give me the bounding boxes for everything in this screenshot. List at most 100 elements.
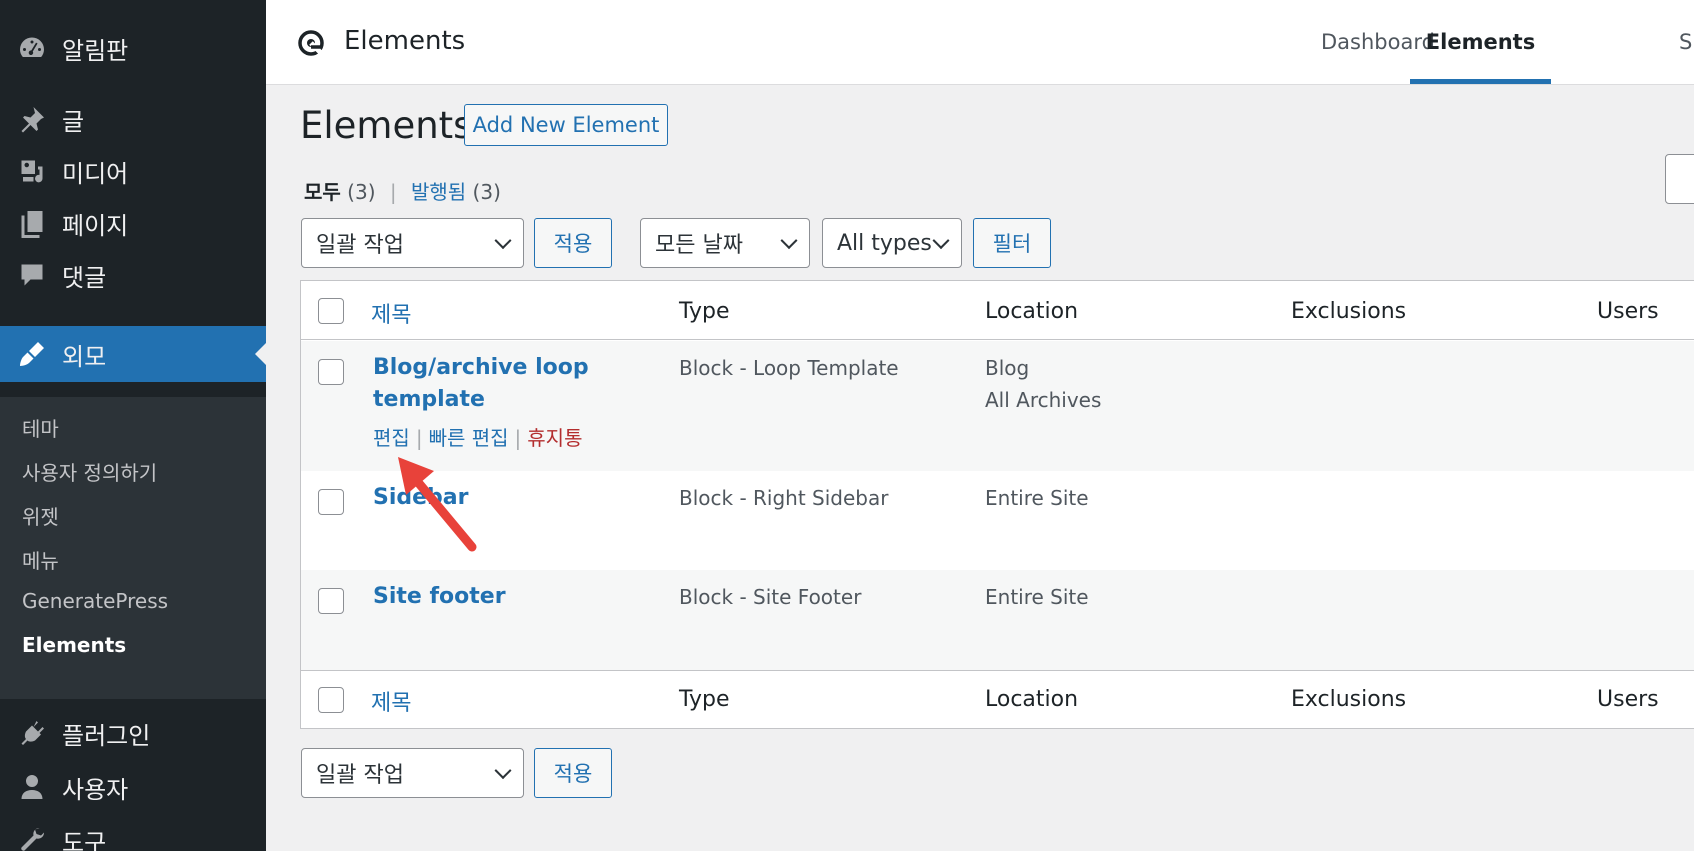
select-all-checkbox[interactable]: [318, 298, 344, 324]
table-footer: 제목 Type Location Exclusions Users: [301, 670, 1694, 728]
row-type: Block - Site Footer: [679, 585, 862, 609]
column-exclusions: Exclusions: [1291, 299, 1407, 324]
pin-icon: [16, 104, 48, 134]
bulk-action-select[interactable]: 일괄 작업: [301, 218, 524, 268]
submenu-item-customize[interactable]: 사용자 정의하기: [22, 457, 157, 486]
bulk-action-value: 일괄 작업: [316, 763, 404, 788]
row-checkbox[interactable]: [318, 588, 344, 614]
generatepress-logo-icon: [298, 30, 325, 57]
apply-button[interactable]: 적용: [534, 218, 612, 268]
column-title[interactable]: 제목: [371, 297, 411, 329]
comment-icon: [16, 260, 48, 290]
row-actions: 편집 | 빠른 편집 | 휴지통: [373, 422, 582, 451]
table-row: Sidebar Block - Right Sidebar Entire Sit…: [301, 471, 1694, 570]
sidebar-item-label: 댓글: [62, 263, 107, 292]
row-title-line: Blog/archive loop: [373, 355, 589, 380]
sidebar-item-plugins[interactable]: 플러그인: [0, 713, 266, 753]
row-title-line: template: [373, 387, 485, 412]
type-filter-value: All types: [837, 230, 932, 256]
type-filter-select[interactable]: All types: [822, 218, 962, 268]
media-icon: [16, 156, 48, 186]
row-type: Block - Right Sidebar: [679, 486, 889, 510]
date-filter-select[interactable]: 모든 날짜: [640, 218, 810, 268]
sidebar-item-label: 도구: [62, 828, 107, 851]
sidebar-item-appearance[interactable]: 외모: [0, 326, 266, 382]
sidebar-item-label: 페이지: [62, 211, 129, 240]
filter-separator: |: [389, 180, 397, 204]
row-title-link[interactable]: Site footer: [373, 581, 506, 613]
row-checkbox[interactable]: [318, 359, 344, 385]
edit-link[interactable]: 편집: [373, 426, 410, 450]
submenu-item-elements[interactable]: Elements: [22, 633, 126, 657]
plugin-icon: [16, 718, 48, 748]
bulk-action-value: 일괄 작업: [316, 233, 404, 258]
appearance-submenu: 테마 사용자 정의하기 위젯 메뉴 GeneratePress Elements: [0, 397, 266, 699]
column-location: Location: [985, 687, 1079, 712]
column-location: Location: [985, 299, 1079, 324]
filter-button[interactable]: 필터: [973, 218, 1051, 268]
column-title[interactable]: 제목: [371, 685, 411, 717]
location-line: Blog: [985, 356, 1030, 380]
sidebar-item-posts[interactable]: 글: [0, 99, 266, 139]
row-location: Entire Site: [985, 486, 1089, 510]
separator: |: [514, 426, 522, 450]
location-line: All Archives: [985, 388, 1102, 412]
column-type: Type: [679, 687, 730, 712]
chevron-down-icon: [780, 232, 798, 250]
page-title: Elements: [300, 104, 473, 147]
sidebar-item-label: 플러그인: [62, 721, 151, 750]
sidebar-item-tools[interactable]: 도구: [0, 820, 266, 851]
sidebar-item-users[interactable]: 사용자: [0, 767, 266, 807]
column-users: Users: [1597, 687, 1659, 712]
page-icon: [16, 208, 48, 238]
filter-all[interactable]: 모두: [304, 180, 341, 204]
status-filter: 모두 (3) | 발행됨 (3): [304, 176, 501, 205]
bulk-action-select-bottom[interactable]: 일괄 작업: [301, 748, 524, 798]
filter-all-count: (3): [347, 180, 376, 204]
submenu-item-menus[interactable]: 메뉴: [22, 545, 59, 574]
quick-edit-link[interactable]: 빠른 편집: [429, 426, 509, 450]
chevron-down-icon: [932, 232, 950, 250]
select-all-checkbox[interactable]: [318, 687, 344, 713]
apply-button-bottom[interactable]: 적용: [534, 748, 612, 798]
sidebar-item-dashboard[interactable]: 알림판: [0, 28, 266, 68]
column-exclusions: Exclusions: [1291, 687, 1407, 712]
column-users: Users: [1597, 299, 1659, 324]
sidebar-item-label: 미디어: [62, 159, 129, 188]
wrench-icon: [16, 825, 48, 851]
row-type: Block - Loop Template: [679, 356, 899, 380]
chevron-down-icon: [494, 232, 512, 250]
add-new-element-button[interactable]: Add New Element: [464, 104, 668, 146]
row-checkbox[interactable]: [318, 489, 344, 515]
submenu-item-generatepress[interactable]: GeneratePress: [22, 589, 168, 613]
row-title-link[interactable]: Blog/archive loop template: [373, 352, 589, 416]
search-input[interactable]: [1665, 154, 1694, 204]
submenu-item-widgets[interactable]: 위젯: [22, 501, 59, 530]
table-row: Site footer Block - Site Footer Entire S…: [301, 570, 1694, 670]
elements-table: 제목 Type Location Exclusions Users Blog/a…: [300, 280, 1694, 729]
chevron-down-icon: [494, 762, 512, 780]
topnav-elements[interactable]: Elements: [1410, 0, 1551, 84]
trash-link[interactable]: 휴지통: [527, 426, 582, 450]
row-location: Blog All Archives: [985, 352, 1101, 416]
filter-published[interactable]: 발행됨: [411, 180, 466, 204]
app-title: Elements: [344, 26, 466, 56]
sidebar-item-label: 사용자: [62, 775, 129, 804]
dashboard-icon: [16, 33, 48, 63]
appearance-icon: [16, 339, 48, 369]
separator: |: [415, 426, 423, 450]
filter-published-count: (3): [472, 180, 501, 204]
sidebar-item-comments[interactable]: 댓글: [0, 255, 266, 295]
sidebar-item-media[interactable]: 미디어: [0, 151, 266, 191]
row-title-link[interactable]: Sidebar: [373, 482, 469, 514]
table-header: 제목 Type Location Exclusions Users: [301, 281, 1694, 340]
submenu-item-themes[interactable]: 테마: [22, 413, 59, 442]
table-row: Blog/archive loop template 편집 | 빠른 편집 | 휴지통 …: [301, 341, 1694, 471]
topnav-settings[interactable]: S: [1679, 0, 1692, 84]
sidebar-item-label: 알림판: [62, 36, 129, 65]
date-filter-value: 모든 날짜: [655, 233, 743, 258]
sidebar-item-pages[interactable]: 페이지: [0, 203, 266, 243]
generatepress-header: Elements Dashboard Elements S: [266, 0, 1694, 85]
row-location: Entire Site: [985, 585, 1089, 609]
user-icon: [16, 772, 48, 802]
